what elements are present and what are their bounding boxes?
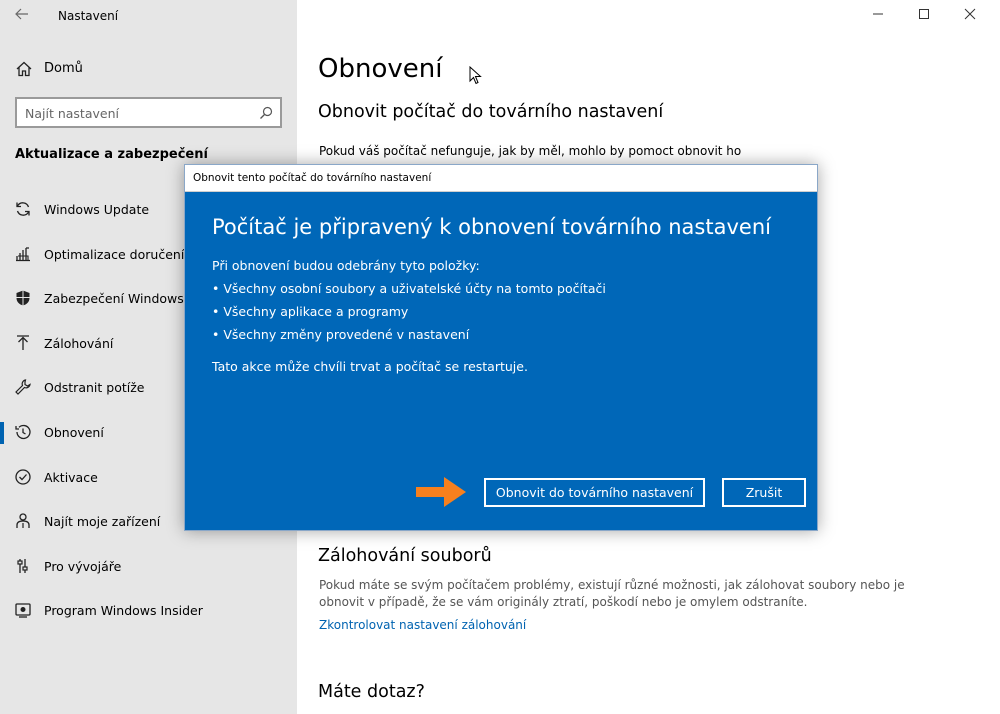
reset-dialog: Obnovit tento počítač do továrního nasta… [184,164,818,531]
delivery-optimization-icon [14,245,32,263]
dialog-note: Tato akce může chvíli trvat a počítač se… [212,359,528,374]
sidebar-item-label: Program Windows Insider [44,603,203,619]
sidebar-item-label: Aktivace [44,469,98,485]
search-input[interactable] [25,104,250,122]
titlebar-left: Nastavení [0,0,297,32]
factory-reset-button[interactable]: Obnovit do továrního nastavení [484,478,705,507]
nav-home[interactable]: Domů [0,54,297,84]
insider-icon [14,601,32,619]
backup-section-title: Zálohování souborů [318,546,492,566]
sidebar-item-developers[interactable]: Pro vývojáře [0,545,297,590]
dialog-heading: Počítač je připravený k obnovení tovární… [212,215,771,239]
backup-settings-link[interactable]: Zkontrolovat nastavení zálohování [319,618,526,632]
upload-arrow-icon [14,334,32,352]
cancel-button[interactable]: Zrušit [722,478,806,507]
home-icon [15,60,33,78]
back-arrow-icon[interactable] [12,6,32,26]
sidebar-item-label: Windows Update [44,202,150,217]
reset-description: Pokud váš počítač nefunguje, jak by měl,… [319,144,742,158]
check-circle-icon [14,468,32,486]
page-title: Obnovení [318,54,443,84]
window-controls [860,0,1000,32]
dialog-bullet: • Všechny změny provedené v nastavení [212,327,470,342]
dialog-bullet: • Všechny osobní soubory a uživatelské ú… [212,281,606,296]
sidebar-item-windows-insider[interactable]: Program Windows Insider [0,589,297,634]
person-location-icon [14,512,32,530]
nav-home-label: Domů [44,61,83,76]
sidebar-item-label: Pro vývojáře [44,558,122,574]
question-section-title: Máte dotaz? [318,682,425,702]
search-box[interactable] [15,97,282,128]
section-title: Aktualizace a zabezpečení [15,147,208,162]
orange-arrow-icon [416,474,468,510]
dialog-bullet: • Všechny aplikace a programy [212,304,409,319]
history-icon [14,423,32,441]
sidebar-item-label: Odstranit potíže [44,380,145,396]
mouse-cursor-icon [469,65,483,86]
dialog-intro: Při obnovení budou odebrány tyto položky… [212,258,480,273]
app-title: Nastavení [58,9,119,23]
dialog-titlebar: Obnovit tento počítač do továrního nasta… [185,165,817,192]
minimize-icon[interactable] [868,6,888,26]
wrench-icon [14,378,32,396]
search-icon[interactable] [259,105,273,119]
backup-description: Pokud máte se svým počítačem problémy, e… [319,578,905,609]
sidebar-item-label: Najít moje zařízení [44,514,161,530]
reset-section-title: Obnovit počítač do továrního nastavení [318,102,664,122]
refresh-icon [14,200,32,218]
shield-icon [14,289,32,307]
developer-sliders-icon [14,557,32,575]
sidebar-item-label: Obnovení [44,424,104,440]
maximize-icon[interactable] [914,6,934,26]
close-icon[interactable] [960,6,980,26]
sidebar-item-label: Zabezpečení Windows [44,291,184,307]
sidebar-item-label: Zálohování [44,335,114,351]
dialog-window-title: Obnovit tento počítač do továrního nasta… [193,172,432,184]
sidebar-item-label: Optimalizace doručení [44,246,185,262]
